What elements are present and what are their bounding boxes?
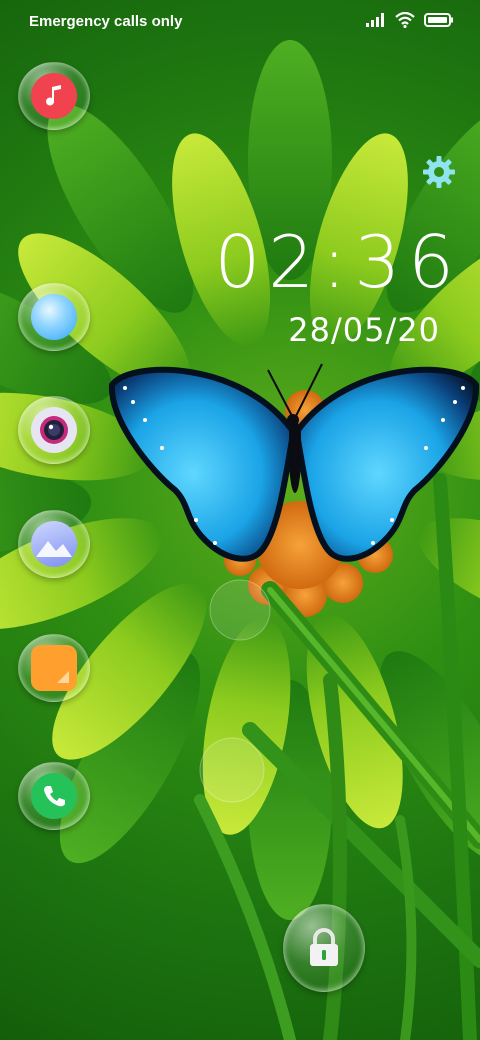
battery-icon	[424, 13, 453, 27]
padlock-icon	[310, 928, 338, 966]
camera-icon	[31, 407, 77, 453]
notes-icon	[31, 645, 77, 691]
lockscreen-date: 28/05/20	[288, 311, 440, 349]
music-app-shortcut[interactable]	[18, 62, 90, 130]
camera-app-shortcut[interactable]	[18, 396, 90, 464]
status-icons	[366, 12, 454, 28]
unlock-button[interactable]	[283, 904, 365, 992]
phone-icon	[31, 773, 77, 819]
gallery-icon	[31, 521, 77, 567]
browser-app-shortcut[interactable]	[18, 283, 90, 351]
notes-app-shortcut[interactable]	[18, 634, 90, 702]
signal-icon	[366, 13, 384, 27]
browser-icon	[31, 294, 77, 340]
wifi-icon	[395, 12, 415, 28]
music-note-icon	[31, 73, 77, 119]
carrier-status-text: Emergency calls only	[29, 13, 183, 30]
lockscreen-clock: 02:36	[214, 220, 462, 304]
phone-app-shortcut[interactable]	[18, 762, 90, 830]
gear-icon[interactable]	[422, 155, 456, 189]
gallery-app-shortcut[interactable]	[18, 510, 90, 578]
status-bar: Emergency calls only	[0, 0, 480, 44]
